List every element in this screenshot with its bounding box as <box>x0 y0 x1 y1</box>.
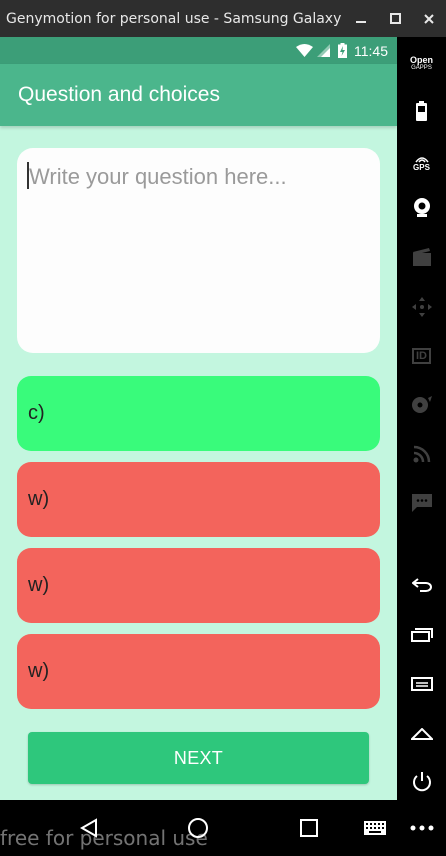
choice-wrong[interactable]: w) <box>17 548 380 623</box>
choice-wrong[interactable]: w) <box>17 462 380 537</box>
dpad-icon[interactable] <box>397 290 446 324</box>
webcam-icon[interactable] <box>397 191 446 225</box>
choice-label: w) <box>28 660 50 682</box>
phone-screen: 11:45 Question and choices c) w) w) w) N… <box>0 37 397 800</box>
recent-apps-icon[interactable] <box>397 618 446 652</box>
choice-label: c) <box>28 402 45 424</box>
choice-wrong[interactable]: w) <box>17 634 380 709</box>
app-bar: Question and choices <box>0 64 397 126</box>
network-icon[interactable] <box>397 437 446 471</box>
window-titlebar: Genymotion for personal use - Samsung Ga… <box>0 0 446 37</box>
disk-icon[interactable] <box>397 388 446 422</box>
gps-label: GPS <box>413 163 430 172</box>
power-icon[interactable] <box>397 765 446 799</box>
media-icon[interactable] <box>397 240 446 274</box>
clock: 11:45 <box>354 42 388 59</box>
battery-charging-icon <box>338 43 347 58</box>
id-icon[interactable]: ID <box>397 339 446 373</box>
minimize-icon[interactable] <box>344 0 378 37</box>
id-label: ID <box>412 348 431 364</box>
choice-label: w) <box>28 574 50 596</box>
nav-recents-icon[interactable] <box>295 814 323 842</box>
wifi-icon <box>296 44 313 57</box>
close-icon[interactable] <box>412 0 446 37</box>
gps-icon[interactable]: GPS <box>397 147 446 181</box>
maximize-icon[interactable] <box>378 0 412 37</box>
status-bar: 11:45 <box>0 37 397 64</box>
gapps-label: GAPPS <box>411 65 432 71</box>
window-title: Genymotion for personal use - Samsung Ga… <box>6 10 344 27</box>
watermark: free for personal use <box>0 826 208 850</box>
sms-icon[interactable] <box>397 486 446 520</box>
signal-icon <box>317 44 330 57</box>
open-gapps-icon[interactable]: Open GAPPS <box>397 47 446 81</box>
home-icon[interactable] <box>397 717 446 751</box>
battery-icon[interactable] <box>397 94 446 128</box>
choice-label: w) <box>28 488 50 510</box>
nav-more-icon[interactable] <box>408 814 436 842</box>
question-field[interactable] <box>17 148 380 353</box>
menu-icon[interactable] <box>397 667 446 701</box>
emulator-toolbar: Open GAPPS GPS ID <box>397 37 446 800</box>
next-button[interactable]: NEXT <box>28 732 369 784</box>
page-title: Question and choices <box>18 83 220 106</box>
nav-keyboard-icon[interactable] <box>361 814 389 842</box>
back-icon[interactable] <box>397 568 446 602</box>
question-input[interactable] <box>29 164 349 190</box>
choice-correct[interactable]: c) <box>17 376 380 451</box>
